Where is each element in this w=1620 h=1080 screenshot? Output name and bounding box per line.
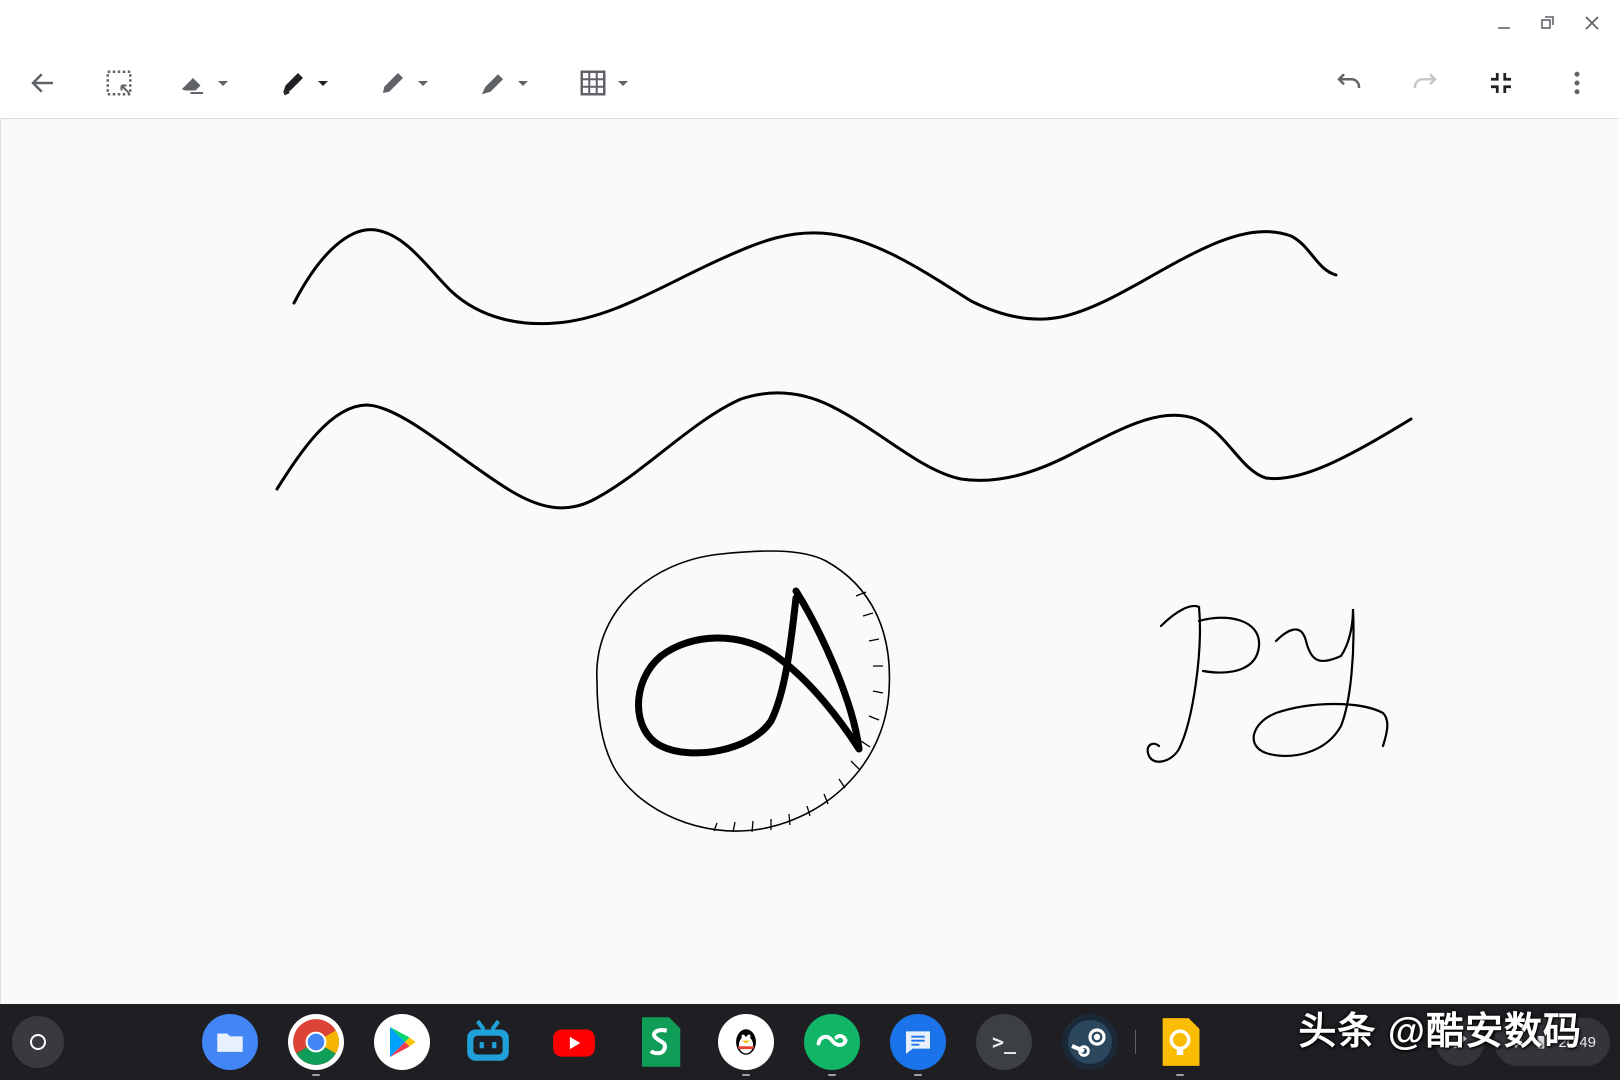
back-button[interactable] [28,52,58,114]
youtube-icon [553,1029,595,1057]
youtube-app[interactable] [546,1014,602,1070]
running-indicator [828,1074,836,1076]
files-app[interactable] [202,1014,258,1070]
window-controls [1486,8,1610,38]
running-indicator [1176,1074,1184,1076]
watermark-text: 头条 @酷安数码 [1298,1011,1582,1053]
ink-layer [275,228,1413,833]
sketch-circle-hatching [713,591,884,833]
keep-bulb-icon [1162,1018,1200,1066]
wavy-line-2 [275,391,1413,510]
exit-fullscreen-icon [1491,73,1511,93]
files-icon [217,1033,243,1052]
qq-app[interactable] [718,1014,774,1076]
undo-button[interactable] [1334,52,1364,114]
play-store-icon [390,1027,416,1057]
terminal-icon: >_ [991,1030,1017,1054]
pencil-dropdown-caret[interactable] [418,80,428,86]
undo-icon [1337,73,1361,88]
restore-icon [1541,16,1554,29]
running-indicator [914,1074,922,1076]
play-store-app[interactable] [374,1014,430,1070]
eraser-tool-button[interactable] [178,52,228,114]
marquee-select-icon [106,70,132,96]
highlighter-icon [481,74,503,95]
exit-fullscreen-button[interactable] [1486,52,1516,114]
running-indicator [312,1074,320,1076]
running-indicator [742,1074,750,1076]
grid-background-icon [580,70,606,96]
messages-app[interactable] [890,1014,946,1076]
handwritten-p [1146,604,1261,763]
select-tool-button[interactable] [104,52,134,114]
drawing-canvas[interactable] [0,118,1619,1005]
bilibili-app[interactable] [460,1014,516,1070]
more-options-button[interactable] [1562,52,1592,114]
highlighter-tool-button[interactable] [478,52,528,114]
handwritten-y [1252,608,1389,757]
marker-pen-icon [283,73,303,96]
launcher-icon [30,1034,46,1050]
steam-icon [1068,1020,1112,1064]
restore-button[interactable] [1530,8,1566,38]
eraser-icon [181,78,203,94]
eraser-dropdown-caret[interactable] [218,80,228,86]
qq-penguin-icon [736,1029,756,1055]
grid-dropdown-caret[interactable] [618,80,628,86]
drawing-toolbar [0,52,1620,114]
marker-tool-button[interactable] [278,52,328,114]
pencil-icon [383,73,403,93]
coolapk-app[interactable] [804,1014,860,1076]
pencil-tool-button[interactable] [378,52,428,114]
close-button[interactable] [1574,8,1610,38]
bilibili-icon [467,1019,509,1061]
chrome-icon [293,1019,339,1065]
steam-app[interactable] [1062,1014,1118,1070]
minimize-icon [1498,27,1510,29]
more-vert-icon [1574,71,1580,95]
redo-button[interactable] [1410,52,1440,114]
marker-dropdown-caret[interactable] [318,80,328,86]
coolapk-icon [816,1034,848,1047]
sheets-icon [642,1017,681,1067]
background-grid-button[interactable] [578,52,628,114]
highlighter-dropdown-caret[interactable] [518,80,528,86]
messages-icon [906,1031,930,1054]
minimize-button[interactable] [1486,8,1522,38]
sheets-app[interactable] [632,1014,688,1070]
redo-icon [1413,73,1437,88]
shelf-divider [1135,1030,1136,1054]
back-arrow-icon [31,73,53,93]
wavy-line-1 [292,228,1338,326]
keep-app[interactable] [1152,1014,1208,1076]
launcher-button[interactable] [12,1016,64,1068]
close-icon [1585,16,1599,30]
sketch-logo-loop [635,587,863,757]
terminal-app[interactable]: >_ [976,1014,1032,1070]
chrome-app[interactable] [288,1014,344,1076]
